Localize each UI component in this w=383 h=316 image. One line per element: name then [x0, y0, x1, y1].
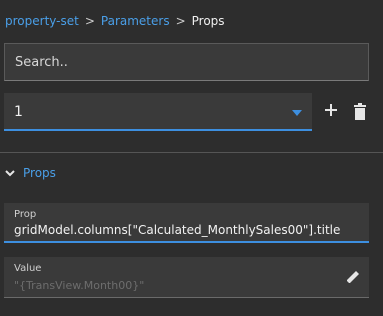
breadcrumb-link-parameters[interactable]: Parameters	[101, 14, 170, 28]
select-value: 1	[14, 104, 23, 120]
value-field-label: Value	[14, 263, 42, 274]
breadcrumb-link-property-set[interactable]: property-set	[5, 14, 79, 28]
divider	[0, 152, 383, 153]
chevron-down-icon	[292, 110, 302, 116]
breadcrumb: property-set > Parameters > Props	[5, 13, 225, 29]
delete-button[interactable]	[352, 103, 368, 121]
trash-icon	[354, 103, 366, 120]
search-box	[4, 43, 369, 81]
plus-icon	[325, 104, 337, 116]
edit-button[interactable]	[345, 269, 361, 285]
value-field-placeholder: "{TransView.Month00}"	[14, 279, 145, 292]
add-button[interactable]	[322, 101, 340, 121]
prop-field[interactable]: Prop gridModel.columns["Calculated_Month…	[4, 203, 369, 243]
item-select[interactable]: 1	[4, 93, 312, 131]
prop-field-label: Prop	[14, 209, 37, 220]
chevron-down-icon	[5, 170, 15, 177]
value-field[interactable]: Value "{TransView.Month00}"	[4, 257, 369, 298]
section-label: Props	[23, 166, 56, 180]
prop-field-value: gridModel.columns["Calculated_MonthlySal…	[14, 223, 341, 237]
breadcrumb-separator: >	[84, 14, 95, 28]
pencil-icon	[347, 271, 359, 283]
breadcrumb-separator: >	[175, 14, 186, 28]
breadcrumb-current: Props	[191, 14, 225, 28]
section-toggle-props[interactable]: Props	[5, 164, 56, 182]
search-input[interactable]	[5, 44, 368, 80]
